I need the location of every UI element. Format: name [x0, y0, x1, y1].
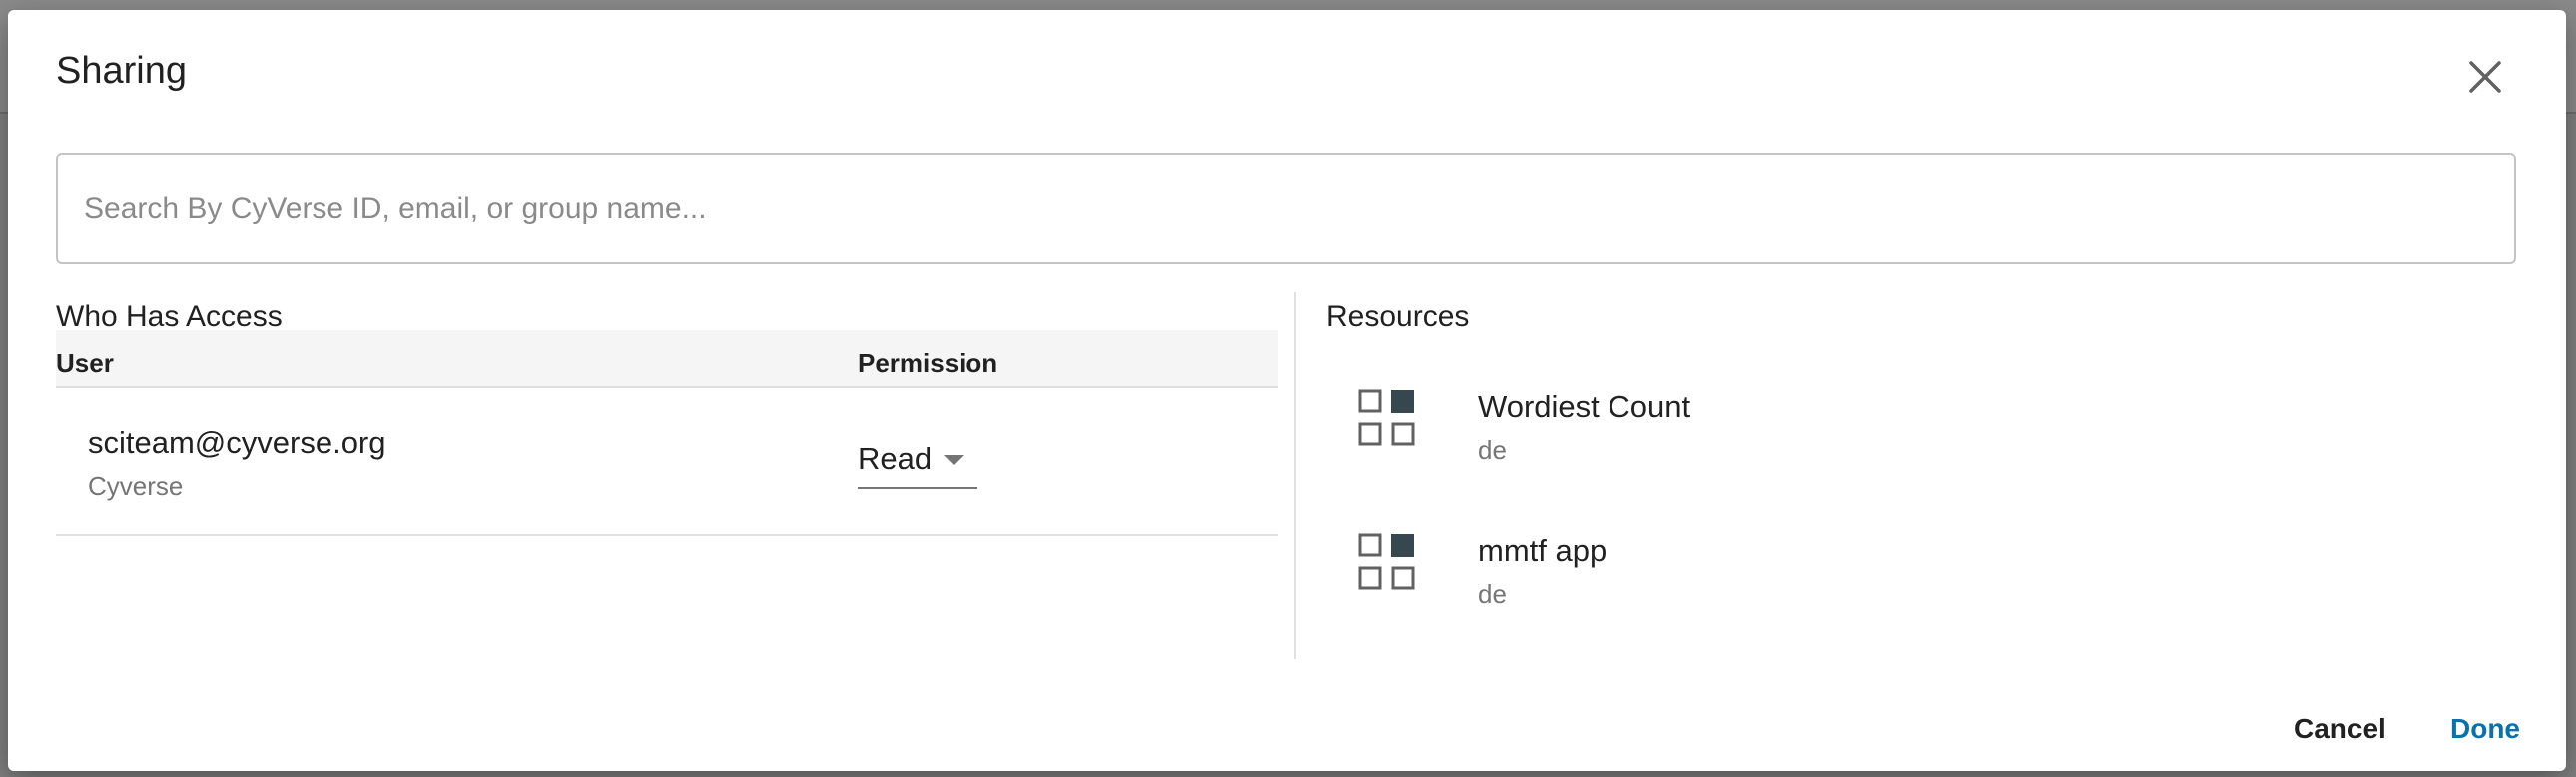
table-row: sciteam@cyverse.org Cyverse Read — [56, 388, 1278, 536]
access-table-header: User Permission — [56, 330, 1278, 388]
resources-title: Resources — [1326, 300, 1470, 333]
who-has-access-title: Who Has Access — [56, 300, 283, 333]
cancel-button[interactable]: Cancel — [2294, 713, 2386, 745]
permission-value: Read — [858, 441, 933, 476]
resource-item: mmtf app de — [1326, 519, 2504, 639]
dialog-title: Sharing — [56, 50, 187, 92]
done-button[interactable]: Done — [2450, 713, 2520, 745]
resource-owner: de — [1478, 579, 1507, 609]
dropdown-arrow-icon — [944, 455, 964, 465]
column-header-permission: Permission — [858, 348, 998, 378]
section-divider — [1294, 292, 1296, 659]
resource-owner: de — [1478, 435, 1507, 465]
app-grid-icon — [1358, 533, 1415, 590]
sharing-dialog: Sharing Who Has Access User Permission s… — [8, 10, 2566, 771]
user-organization: Cyverse — [88, 471, 184, 501]
column-header-user: User — [56, 348, 114, 378]
user-email: sciteam@cyverse.org — [88, 425, 386, 460]
resource-name: mmtf app — [1478, 533, 1608, 568]
permission-select[interactable]: Read — [858, 441, 977, 489]
close-button[interactable] — [2466, 58, 2504, 96]
search-input[interactable] — [56, 153, 2516, 264]
app-grid-icon — [1358, 389, 1415, 446]
resource-item: Wordiest Count de — [1326, 376, 2504, 495]
resource-name: Wordiest Count — [1478, 389, 1691, 424]
close-icon — [2469, 61, 2501, 93]
